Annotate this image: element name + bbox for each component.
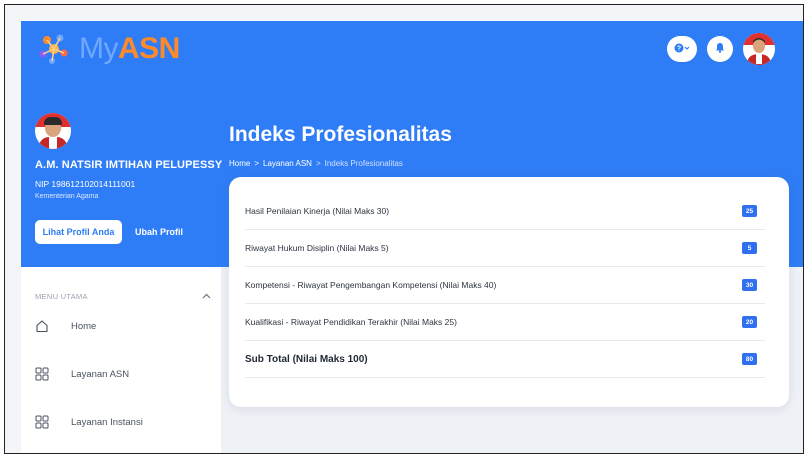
sidebar-item-layanan-instansi[interactable]: Layanan Instansi — [35, 415, 211, 429]
menu-section-header[interactable]: MENU UTAMA — [35, 291, 211, 302]
logo-mark-icon — [33, 29, 75, 69]
svg-text:?: ? — [677, 45, 681, 52]
breadcrumb-current: Indeks Profesionalitas — [324, 159, 403, 168]
subtotal-row: Sub Total (Nilai Maks 100) 80 — [245, 341, 765, 378]
logo-asn-text: ASN — [118, 32, 180, 65]
breadcrumb-separator: > — [315, 159, 321, 168]
score-row: Kualifikasi - Riwayat Pendidikan Terakhi… — [245, 304, 765, 341]
score-badge: 30 — [742, 279, 757, 291]
score-label: Riwayat Hukum Disiplin (Nilai Maks 5) — [245, 243, 389, 253]
score-row: Hasil Penilaian Kinerja (Nilai Maks 30) … — [245, 193, 765, 230]
help-dropdown-button[interactable]: ? — [667, 36, 697, 62]
profile-avatar — [35, 113, 71, 149]
sidebar-item-label: Home — [71, 320, 97, 332]
menu-section-label: MENU UTAMA — [35, 292, 88, 301]
grid-icon — [35, 367, 49, 381]
topbar-actions: ? — [667, 33, 775, 65]
subtotal-label: Sub Total (Nilai Maks 100) — [245, 353, 368, 365]
score-label: Kualifikasi - Riwayat Pendidikan Terakhi… — [245, 317, 457, 327]
score-label: Hasil Penilaian Kinerja (Nilai Maks 30) — [245, 206, 390, 216]
profile-organization: Kementerian Agama — [35, 193, 99, 200]
edit-profile-button[interactable]: Ubah Profil — [135, 220, 183, 244]
breadcrumb-separator: > — [254, 159, 260, 168]
app-frame: MyASN ? A.M. NATSIR IMTIHAN PELUPESSY NI… — [4, 4, 804, 454]
bell-icon — [715, 42, 725, 56]
profile-nip: NIP 198612102014111001 — [35, 179, 136, 189]
score-badge: 25 — [742, 205, 757, 217]
chevron-up-icon — [202, 291, 211, 302]
view-profile-button[interactable]: Lihat Profil Anda — [35, 220, 122, 244]
score-row: Riwayat Hukum Disiplin (Nilai Maks 5) 5 — [245, 230, 765, 267]
score-row: Kompetensi - Riwayat Pengembangan Kompet… — [245, 267, 765, 304]
sidebar: MENU UTAMA Home Layanan ASN Layanan Inst… — [21, 267, 221, 453]
notification-button[interactable] — [707, 36, 733, 62]
grid-icon — [35, 415, 49, 429]
user-avatar-button[interactable] — [743, 33, 775, 65]
logo-my-text: My — [79, 32, 119, 65]
breadcrumb: Home > Layanan ASN > Indeks Profesionali… — [229, 159, 403, 168]
score-badge: 20 — [742, 316, 757, 328]
sidebar-item-label: Layanan ASN — [71, 368, 130, 380]
profile-name: A.M. NATSIR IMTIHAN PELUPESSY — [35, 159, 223, 171]
myasn-logo[interactable]: MyASN — [33, 29, 180, 69]
sidebar-item-layanan-asn[interactable]: Layanan ASN — [35, 367, 211, 381]
breadcrumb-home-link[interactable]: Home — [229, 159, 250, 168]
score-badge: 5 — [742, 242, 757, 254]
sidebar-item-home[interactable]: Home — [35, 319, 211, 333]
logo-text: MyASN — [79, 29, 180, 69]
page-title: Indeks Profesionalitas — [229, 123, 452, 146]
subtotal-badge: 80 — [742, 353, 757, 365]
sidebar-item-label: Layanan Instansi — [71, 416, 143, 428]
breadcrumb-layanan-asn-link[interactable]: Layanan ASN — [263, 159, 312, 168]
score-card: Hasil Penilaian Kinerja (Nilai Maks 30) … — [229, 177, 789, 407]
help-icon: ? — [674, 43, 690, 56]
home-icon — [35, 319, 49, 333]
score-label: Kompetensi - Riwayat Pengembangan Kompet… — [245, 280, 497, 290]
